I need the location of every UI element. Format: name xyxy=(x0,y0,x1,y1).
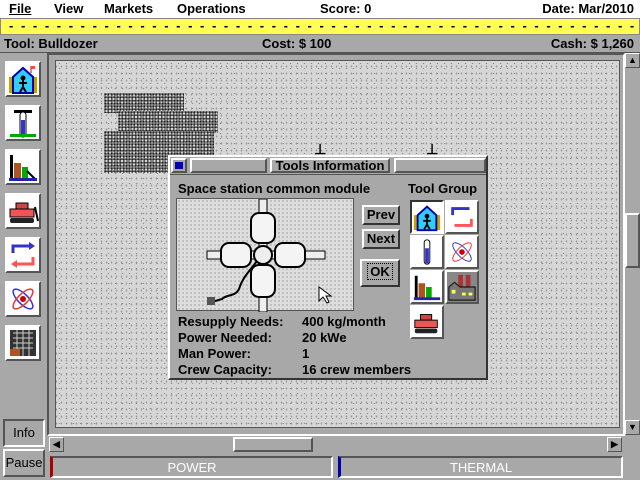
group-recycling[interactable] xyxy=(445,200,479,234)
dialog-title: Tools Information xyxy=(270,158,390,173)
date-display: Date: Mar/2010 xyxy=(542,1,634,16)
horizontal-scroll-thumb[interactable] xyxy=(233,437,313,452)
score-display: Score: 0 xyxy=(320,1,372,16)
stat-label: Crew Capacity: xyxy=(178,362,272,377)
tool-cost: Cost: $ 100 xyxy=(262,36,332,51)
next-button[interactable]: Next xyxy=(362,229,400,249)
rough-terrain xyxy=(104,93,184,113)
stat-label: Man Power: xyxy=(178,346,251,361)
stat-value: 400 kg/month xyxy=(302,314,386,329)
prev-button[interactable]: Prev xyxy=(362,205,400,225)
stat-value: 20 kWe xyxy=(302,330,347,345)
ok-label: OK xyxy=(367,263,393,280)
power-meter: POWER xyxy=(50,456,333,478)
system-menu-button[interactable] xyxy=(171,158,187,173)
habitat-icon xyxy=(413,205,441,232)
group-industry[interactable] xyxy=(445,270,479,304)
tool-nuclear[interactable] xyxy=(5,281,41,317)
dialog-title-bar[interactable]: Tools Information xyxy=(170,157,486,175)
tool-recycling[interactable] xyxy=(5,237,41,273)
status-bar: Tool: Bulldozer Cost: $ 100 Cash: $ 1,26… xyxy=(0,35,640,53)
scroll-right-button[interactable]: ▶ xyxy=(607,437,622,452)
thermal-meter: THERMAL xyxy=(338,456,623,478)
menu-operations[interactable]: Operations xyxy=(177,1,246,16)
vertical-scrollbar[interactable]: ▲ ▼ xyxy=(625,53,640,436)
test-tube-icon xyxy=(423,239,431,265)
stat-value: 16 crew members xyxy=(302,362,412,377)
news-ticker: - - - - - - - - - - - - - - - - - - - - … xyxy=(0,18,640,35)
module-illustration xyxy=(206,198,333,313)
recycle-icon xyxy=(451,207,473,227)
tool-structure[interactable] xyxy=(5,325,41,361)
habitat-icon xyxy=(9,66,37,94)
current-tool: Tool: Bulldozer xyxy=(4,36,98,51)
tool-research[interactable] xyxy=(5,105,41,141)
atom-icon xyxy=(452,242,472,262)
tool-sidebar: Info Pause xyxy=(0,53,47,480)
pause-button[interactable]: Pause xyxy=(3,449,45,477)
info-button[interactable]: Info xyxy=(3,419,45,447)
bulldozer-icon xyxy=(414,314,438,334)
title-bar-filler xyxy=(190,158,267,173)
stat-value: 1 xyxy=(302,346,310,361)
bulldozer-icon xyxy=(9,202,39,223)
group-mining[interactable] xyxy=(410,270,444,304)
stat-label: Resupply Needs: xyxy=(178,314,284,329)
item-name: Space station common module xyxy=(178,181,371,196)
cash-display: Cash: $ 1,260 xyxy=(550,36,634,51)
stat-label: Power Needed: xyxy=(178,330,272,345)
building-icon xyxy=(10,330,36,356)
mining-icon xyxy=(413,275,441,301)
mining-icon xyxy=(9,155,37,181)
title-bar-filler xyxy=(394,158,486,173)
horizontal-scrollbar[interactable]: ◀ ▶ xyxy=(47,436,625,453)
group-bulldozer[interactable] xyxy=(410,305,444,339)
scroll-up-button[interactable]: ▲ xyxy=(625,53,640,68)
tool-bulldozer[interactable] xyxy=(5,193,41,229)
scroll-left-button[interactable]: ◀ xyxy=(49,437,64,452)
tool-group-label: Tool Group xyxy=(408,181,478,196)
vertical-scroll-thumb[interactable] xyxy=(625,213,640,268)
menu-file[interactable]: File xyxy=(9,1,31,16)
group-habitat[interactable] xyxy=(410,200,444,234)
recycle-icon xyxy=(11,242,35,268)
menu-view[interactable]: View xyxy=(54,1,83,16)
rough-terrain xyxy=(118,111,218,133)
atom-icon xyxy=(12,288,34,310)
ok-button[interactable]: OK xyxy=(360,259,400,287)
scroll-down-button[interactable]: ▼ xyxy=(625,420,640,435)
tool-habitat[interactable] xyxy=(5,61,41,97)
menu-bar: File View Markets Operations Score: 0 Da… xyxy=(0,0,640,18)
menu-markets[interactable]: Markets xyxy=(104,1,153,16)
tools-information-dialog: Tools Information Space station common m… xyxy=(168,155,488,380)
tool-mining[interactable] xyxy=(5,149,41,185)
test-tube-icon xyxy=(10,110,36,138)
group-nuclear[interactable] xyxy=(445,235,479,269)
group-research[interactable] xyxy=(410,235,444,269)
factory-icon xyxy=(448,274,476,301)
module-preview xyxy=(176,198,354,313)
